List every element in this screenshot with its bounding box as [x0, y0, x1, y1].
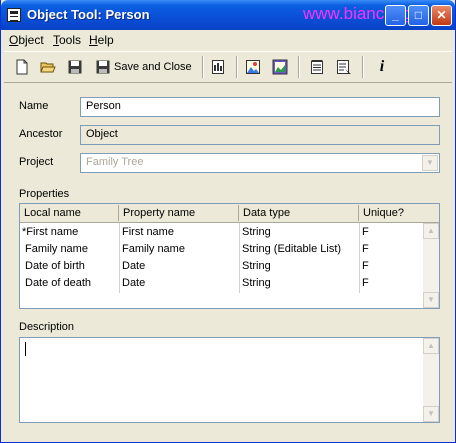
window-icon	[7, 8, 21, 22]
description-scrollbar[interactable]: ▲ ▼	[423, 338, 439, 422]
close-icon: ✕	[436, 8, 447, 22]
scroll-down-icon[interactable]: ▼	[423, 406, 439, 422]
cell-property-name: First name	[122, 226, 174, 238]
object-tool-window: Object Tool: Person www.bianceng _ □ ✕ O…	[0, 0, 456, 443]
menu-help-label: elp	[97, 33, 114, 47]
toolbar-separator	[236, 56, 238, 78]
table-row[interactable]: *First name First name String F	[20, 224, 420, 241]
cell-unique: F	[362, 226, 369, 238]
save-and-close-button[interactable]: Save and Close	[95, 57, 192, 77]
column-header-property-name[interactable]: Property name	[123, 207, 195, 219]
note-icon	[309, 59, 325, 75]
table-row[interactable]: Date of birth Date String F	[20, 258, 420, 275]
column-header-local-name[interactable]: Local name	[24, 207, 81, 219]
name-field[interactable]: Person	[80, 97, 440, 117]
toolbar-separator	[202, 56, 204, 78]
menu-help-accel: H	[89, 33, 98, 47]
grid-scrollbar[interactable]: ▲ ▼	[423, 223, 439, 308]
scroll-up-icon[interactable]: ▲	[423, 223, 439, 239]
picture-icon	[245, 59, 261, 75]
open-icon	[40, 59, 56, 75]
close-button[interactable]: ✕	[431, 5, 452, 26]
save-and-close-icon	[95, 59, 111, 75]
new-button[interactable]	[14, 57, 30, 77]
properties-grid: Local name Property name Data type Uniqu…	[19, 203, 440, 309]
description-label: Description	[19, 321, 75, 333]
cell-local-name: Family name	[25, 243, 88, 255]
maximize-button[interactable]: □	[408, 5, 429, 26]
minimize-button[interactable]: _	[385, 5, 406, 26]
cell-local-name: Date of death	[25, 277, 92, 289]
picture-button[interactable]	[245, 57, 261, 77]
cell-unique: F	[362, 243, 369, 255]
new-icon	[14, 59, 30, 75]
column-header-unique[interactable]: Unique?	[363, 207, 404, 219]
scroll-up-icon[interactable]: ▲	[423, 338, 439, 354]
cell-property-name: Date	[122, 260, 146, 272]
scroll-down-icon[interactable]: ▼	[423, 292, 439, 308]
menu-bar: Object Tools Help	[4, 31, 454, 49]
text-caret	[25, 342, 26, 356]
cell-data-type: String (Editable List)	[242, 243, 342, 255]
cell-local-name: *First name	[22, 226, 79, 238]
menu-object-label: bject	[18, 33, 44, 47]
info-icon: i	[379, 58, 385, 75]
column-divider[interactable]	[118, 205, 119, 221]
toolbar-separator	[298, 56, 300, 78]
toolbar-separator	[362, 56, 364, 78]
save-icon	[67, 59, 83, 75]
ancestor-field: Object	[80, 125, 440, 145]
menu-tools[interactable]: Tools	[53, 33, 81, 47]
menu-object-accel: O	[9, 33, 19, 47]
project-value: Family Tree	[86, 156, 144, 168]
save-and-close-label: Save and Close	[114, 61, 192, 73]
cell-local-name: Date of birth	[25, 260, 85, 272]
properties-label: Properties	[19, 188, 70, 200]
menu-tools-label: ools	[59, 33, 82, 47]
database-icon	[210, 59, 226, 75]
note-button[interactable]	[309, 57, 325, 77]
open-button[interactable]	[40, 57, 56, 77]
ancestor-label: Ancestor	[19, 128, 63, 140]
title-bar[interactable]: Object Tool: Person www.bianceng _ □ ✕	[1, 0, 455, 30]
project-select[interactable]: Family Tree ▼	[80, 153, 440, 173]
database-button[interactable]	[210, 57, 226, 77]
save-button[interactable]	[67, 57, 83, 77]
column-divider[interactable]	[358, 205, 359, 221]
cell-data-type: String	[242, 260, 271, 272]
cell-unique: F	[362, 260, 369, 272]
cell-data-type: String	[242, 226, 271, 238]
menu-object[interactable]: Object	[9, 33, 44, 47]
toolbar: Save and Close i	[4, 51, 452, 83]
cell-property-name: Family name	[122, 243, 185, 255]
picture-frame-icon	[272, 59, 288, 75]
checklist-button[interactable]	[336, 57, 352, 77]
table-row[interactable]: Date of death Date String F	[20, 275, 420, 292]
chevron-down-icon[interactable]: ▼	[422, 155, 438, 171]
column-header-data-type[interactable]: Data type	[243, 207, 290, 219]
project-label: Project	[19, 156, 54, 168]
cell-property-name: Date	[122, 277, 146, 289]
description-field[interactable]: ▲ ▼	[19, 337, 440, 423]
column-divider[interactable]	[238, 205, 239, 221]
cell-unique: F	[362, 277, 369, 289]
cell-data-type: String	[242, 277, 271, 289]
minimize-icon: _	[392, 8, 399, 22]
table-row[interactable]: Family name Family name String (Editable…	[20, 241, 420, 258]
menu-help[interactable]: Help	[89, 33, 114, 47]
checklist-icon	[336, 59, 352, 75]
name-label: Name	[19, 100, 49, 112]
picture-frame-button[interactable]	[272, 57, 288, 77]
maximize-icon: □	[414, 8, 423, 22]
grid-header: Local name Property name Data type Uniqu…	[20, 204, 439, 223]
window-title: Object Tool: Person	[27, 7, 150, 22]
info-button[interactable]: i	[374, 57, 390, 77]
